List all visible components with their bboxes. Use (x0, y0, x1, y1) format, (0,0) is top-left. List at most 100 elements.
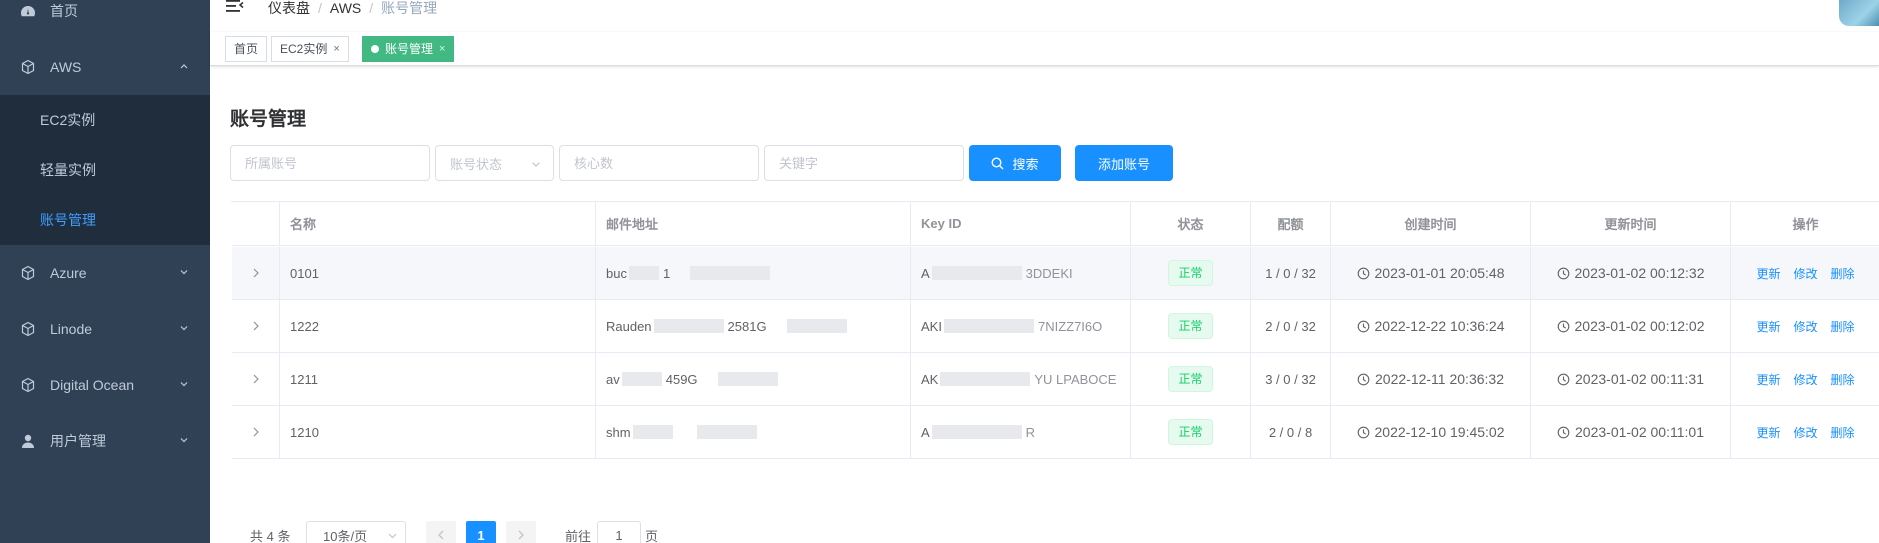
redacted-blur (940, 372, 1031, 386)
table-row[interactable]: 0101 buc 1 A 3DDEKI 正常 1 / 0 / 32 2023-01-01 20… (232, 247, 1879, 300)
clock-icon (1357, 267, 1369, 279)
chevron-right-icon (518, 530, 524, 540)
status-select[interactable]: 账号状态 (435, 145, 554, 181)
refresh-account-link[interactable]: 更新 (1756, 318, 1780, 335)
search-button[interactable]: 搜索 (969, 145, 1061, 181)
redacted-blur (628, 266, 659, 280)
close-icon[interactable]: × (333, 37, 339, 61)
cell-created: 2022-12-11 20:36:32 (1331, 353, 1531, 405)
page-size-select[interactable]: 10条/页 (306, 521, 406, 543)
email-prefix: buc (606, 265, 627, 281)
chevron-down-icon (180, 382, 188, 387)
chevron-down-icon (532, 162, 540, 167)
expand-row-button[interactable] (232, 406, 280, 458)
key-prefix: AKI (921, 318, 942, 334)
sidebar-item-accounts[interactable]: 账号管理 (0, 195, 210, 245)
cell-email: shm (596, 406, 911, 458)
redacted-blur (690, 266, 771, 280)
next-page-button[interactable] (506, 521, 536, 543)
accounts-table: 名称 邮件地址 Key ID 状态 配额 创建时间 更新时间 操作 0101 bu… (231, 201, 1879, 459)
cell-created: 2023-01-01 20:05:48 (1331, 247, 1531, 299)
tag-accounts[interactable]: 账号管理 × (362, 36, 455, 62)
refresh-account-link[interactable]: 更新 (1756, 424, 1780, 441)
sidebar: 首页 AWS EC2实例 轻量实例 账号管理 Azure Linode Digi… (0, 0, 210, 543)
sidebar-item-aws[interactable]: AWS (0, 39, 210, 95)
cell-status: 正常 (1131, 300, 1251, 352)
cell-key-id: AR (911, 406, 1131, 458)
created-time-text: 2022-12-10 19:45:02 (1374, 424, 1505, 440)
expand-row-button[interactable] (232, 247, 280, 299)
status-badge: 正常 (1168, 313, 1213, 339)
cell-name: 1222 (280, 300, 596, 352)
edit-account-link[interactable]: 修改 (1793, 265, 1817, 282)
status-select-placeholder: 账号状态 (450, 156, 503, 172)
sidebar-item-users[interactable]: 用户管理 (0, 413, 210, 469)
edit-account-link[interactable]: 修改 (1793, 371, 1817, 388)
key-suffix: R (1025, 424, 1036, 440)
updated-time-text: 2023-01-02 00:12:32 (1574, 265, 1705, 281)
updated-time: 2023-01-02 00:12:32 (1557, 265, 1705, 281)
created-time: 2022-12-22 10:36:24 (1357, 318, 1505, 334)
header-key-id: Key ID (911, 202, 1131, 245)
avatar[interactable] (1839, 0, 1879, 26)
expand-row-button[interactable] (232, 353, 280, 405)
chevron-down-icon (180, 270, 188, 275)
cores-filter-input[interactable] (559, 145, 759, 181)
email-prefix: shm (606, 424, 631, 440)
refresh-account-link[interactable]: 更新 (1756, 371, 1780, 388)
redacted-blur (717, 372, 778, 386)
table-row[interactable]: 1210 shm A R 正常 2 / 0 / 8 2022-12-10 19:45:02 2… (232, 406, 1879, 459)
cube-icon (20, 59, 36, 75)
sidebar-item-label: 用户管理 (50, 433, 106, 449)
clock-icon (1357, 373, 1370, 385)
cell-actions: 更新 修改 删除 (1731, 300, 1879, 352)
hamburger-icon[interactable] (226, 0, 244, 14)
page-number-current[interactable]: 1 (466, 521, 496, 543)
prev-page-button[interactable] (426, 521, 456, 543)
sidebar-subitem-label: 轻量实例 (40, 162, 96, 178)
key-suffix: YU LPABOCE (1034, 371, 1117, 387)
chevron-right-icon (253, 427, 259, 437)
edit-account-link[interactable]: 修改 (1793, 318, 1817, 335)
breadcrumb-item[interactable]: 仪表盘 (268, 0, 310, 16)
cell-name: 1211 (280, 353, 596, 405)
table-row[interactable]: 1222 Rauden 2581G AKI 7NIZZ7I6O 正常 2 / 0 / 32 2… (232, 300, 1879, 353)
created-time-text: 2023-01-01 20:05:48 (1374, 265, 1505, 281)
account-filter-input[interactable] (230, 145, 430, 181)
close-icon[interactable]: × (439, 37, 445, 61)
add-account-button[interactable]: 添加账号 (1075, 145, 1173, 181)
goto-label: 前往 (565, 529, 592, 543)
cell-key-id: AKI 7NIZZ7I6O (911, 300, 1131, 352)
cell-actions: 更新 修改 删除 (1731, 353, 1879, 405)
sidebar-item-label: Digital Ocean (50, 377, 135, 393)
refresh-account-link[interactable]: 更新 (1756, 265, 1780, 282)
tag-home[interactable]: 首页 (225, 36, 268, 62)
sidebar-item-home[interactable]: 首页 (0, 0, 210, 39)
created-time-text: 2022-12-22 10:36:24 (1374, 318, 1505, 334)
sidebar-item-label: Azure (50, 265, 87, 281)
header-name: 名称 (280, 202, 596, 245)
expand-row-button[interactable] (232, 300, 280, 352)
keyword-filter-input[interactable] (764, 145, 964, 181)
sidebar-item-linode[interactable]: Linode (0, 301, 210, 357)
breadcrumb-item[interactable]: AWS (330, 0, 361, 16)
delete-account-link[interactable]: 删除 (1831, 424, 1855, 441)
sidebar-item-digital-ocean[interactable]: Digital Ocean (0, 357, 210, 413)
delete-account-link[interactable]: 删除 (1831, 318, 1855, 335)
chevron-up-icon (180, 64, 188, 69)
cell-quota: 2 / 0 / 32 (1251, 300, 1331, 352)
email-suffix: 1 (662, 265, 671, 281)
sidebar-item-lightsail[interactable]: 轻量实例 (0, 145, 210, 195)
tag-ec2[interactable]: EC2实例 × (271, 36, 349, 62)
updated-time: 2023-01-02 00:12:02 (1557, 318, 1705, 334)
cell-actions: 更新 修改 删除 (1731, 247, 1879, 299)
table-row[interactable]: 1211 av 459G AK YU LPABOCE 正常 3 / 0 / 32 2022-1… (232, 353, 1879, 406)
goto-page-input[interactable] (597, 521, 641, 543)
delete-account-link[interactable]: 删除 (1831, 371, 1855, 388)
delete-account-link[interactable]: 删除 (1831, 265, 1855, 282)
redacted-blur (632, 425, 673, 439)
cell-updated: 2023-01-02 00:12:32 (1531, 247, 1731, 299)
edit-account-link[interactable]: 修改 (1793, 424, 1817, 441)
sidebar-item-azure[interactable]: Azure (0, 245, 210, 301)
sidebar-item-ec2[interactable]: EC2实例 (0, 95, 210, 145)
